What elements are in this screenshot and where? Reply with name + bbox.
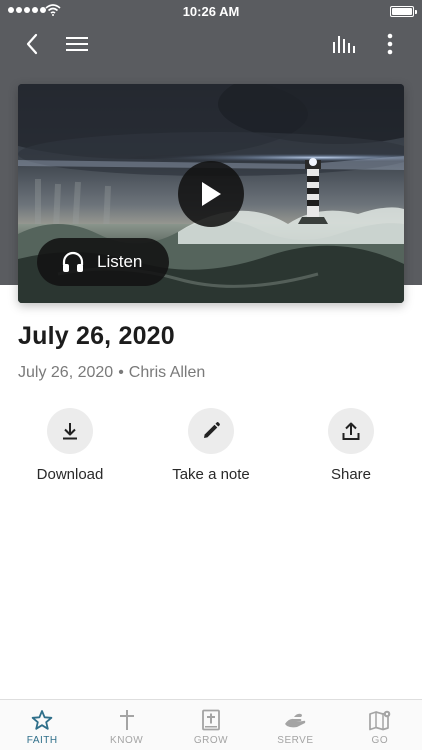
more-options-button[interactable] (368, 22, 412, 66)
tab-grow-label: GROW (193, 735, 229, 746)
share-icon (342, 422, 360, 440)
bar-chart-icon (333, 36, 355, 53)
share-circle (328, 408, 374, 454)
pencil-icon (204, 422, 220, 438)
status-time: 10:26 AM (182, 4, 240, 19)
meta-separator: • (118, 364, 124, 381)
download-circle (47, 408, 93, 454)
listen-button[interactable]: Listen (37, 238, 169, 286)
headphones-icon (62, 251, 84, 272)
meta-author: Chris Allen (128, 364, 206, 381)
listen-label: Listen (97, 252, 143, 271)
battery-icon (390, 6, 417, 17)
cross-icon (119, 710, 134, 730)
tab-know-label: KNOW (110, 735, 144, 746)
more-vertical-icon (387, 33, 393, 55)
status-bar: 10:26 AM (0, 0, 422, 22)
star-icon (31, 710, 53, 730)
tab-bar: FAITH KNOW GROW SERVE GO (0, 699, 422, 750)
hamburger-menu-icon (66, 37, 88, 51)
tab-faith[interactable]: FAITH (0, 700, 84, 750)
download-button[interactable]: Download (0, 408, 140, 483)
bible-icon (202, 709, 220, 731)
share-button[interactable]: Share (281, 408, 421, 483)
meta-date: July 26, 2020 (18, 364, 114, 381)
map-icon (368, 710, 391, 731)
chevron-left-icon (26, 33, 38, 55)
meta-line: July 26, 2020 • Chris Allen (18, 364, 205, 382)
tab-go-label: GO (371, 735, 389, 746)
note-circle (188, 408, 234, 454)
tab-faith-label: FAITH (26, 735, 58, 746)
take-note-label: Take a note (172, 466, 250, 483)
tab-serve[interactable]: SERVE (253, 700, 337, 750)
menu-button[interactable] (55, 22, 99, 66)
play-icon (202, 182, 221, 206)
take-note-button[interactable]: Take a note (141, 408, 281, 483)
tab-grow[interactable]: GROW (169, 700, 253, 750)
back-button[interactable] (10, 22, 54, 66)
download-icon (63, 423, 77, 440)
stats-button[interactable] (322, 22, 366, 66)
play-button[interactable] (178, 161, 244, 227)
tab-serve-label: SERVE (277, 735, 314, 746)
tab-go[interactable]: GO (338, 700, 422, 750)
tab-know[interactable]: KNOW (84, 700, 168, 750)
nav-bar (0, 22, 422, 66)
share-label: Share (330, 466, 372, 483)
helping-hand-icon (285, 713, 306, 728)
download-label: Download (36, 466, 104, 483)
media-card[interactable]: Listen (18, 84, 404, 303)
page-title: July 26, 2020 (18, 322, 175, 350)
